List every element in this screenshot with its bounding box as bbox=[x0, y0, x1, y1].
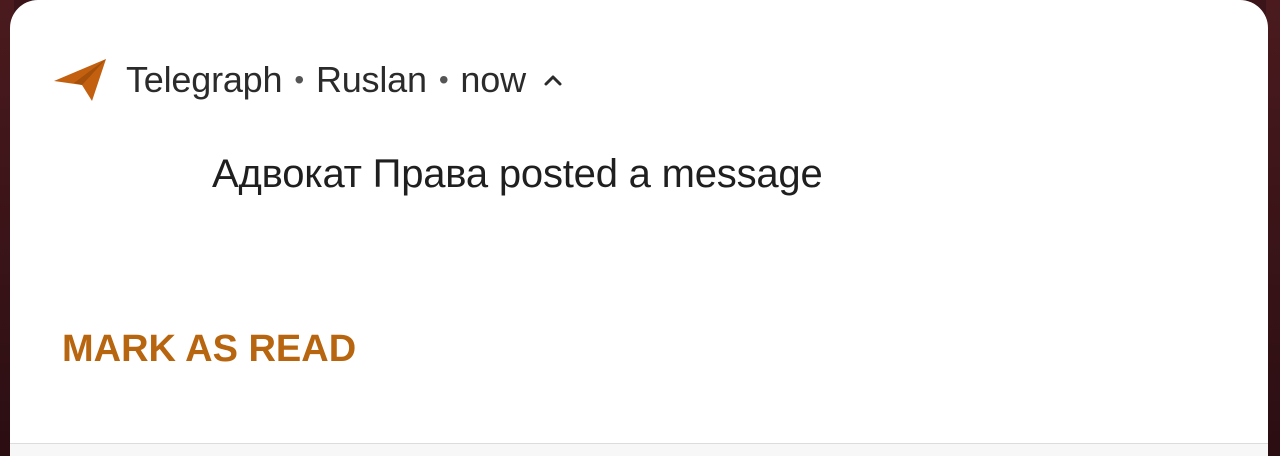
app-name: Telegraph bbox=[126, 59, 283, 100]
mark-as-read-button[interactable]: MARK AS READ bbox=[62, 328, 356, 371]
chevron-up-icon[interactable] bbox=[542, 69, 564, 91]
notification-header[interactable]: Telegraph • Ruslan • now bbox=[52, 52, 564, 108]
notification-message: Адвокат Права posted a message bbox=[212, 152, 823, 196]
notification-time: now bbox=[460, 59, 526, 100]
account-name: Ruslan bbox=[315, 59, 427, 100]
next-panel-edge bbox=[10, 444, 1268, 456]
paper-plane-icon bbox=[52, 52, 112, 108]
header-separator-1: • bbox=[294, 64, 304, 95]
header-separator-2: • bbox=[438, 64, 449, 95]
background-edge-right bbox=[1266, 0, 1280, 456]
